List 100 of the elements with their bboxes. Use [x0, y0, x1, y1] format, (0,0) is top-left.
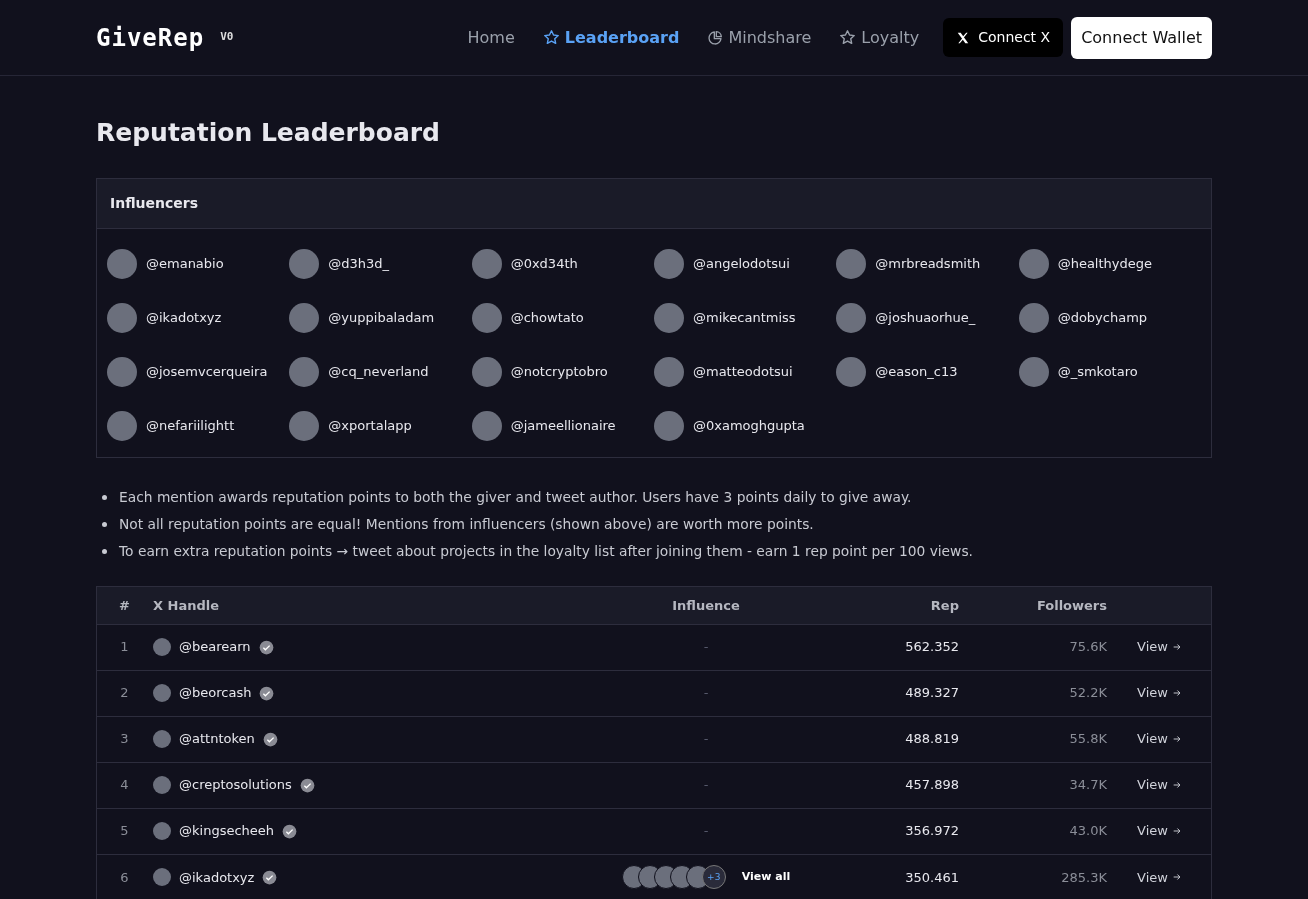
- influencer-handle[interactable]: @d3h3d_: [328, 254, 390, 274]
- column-header: Followers: [1036, 597, 1107, 613]
- avatar-placeholder: [836, 303, 867, 333]
- followers-count: 285.3K: [1061, 869, 1107, 885]
- arrow-right-icon: [1171, 688, 1182, 698]
- influencer-handle[interactable]: @ikadotxyz: [146, 308, 222, 328]
- view-link[interactable]: View: [1137, 821, 1182, 841]
- view-link[interactable]: View: [1137, 867, 1182, 887]
- nav-link[interactable]: Loyalty: [839, 25, 920, 50]
- empty-value: -: [703, 685, 709, 701]
- view-link[interactable]: View: [1137, 637, 1182, 657]
- view-link[interactable]: View: [1137, 683, 1182, 703]
- avatar-placeholder: [153, 730, 171, 748]
- influencer-handle[interactable]: @yuppibaladam: [328, 308, 435, 328]
- panel-heading: Influencers: [97, 179, 1211, 229]
- influencer-handle[interactable]: @notcryptobro: [510, 362, 608, 382]
- avatar-placeholder: [1018, 357, 1049, 387]
- rank-number: 5: [120, 823, 129, 839]
- user-handle[interactable]: @beorcash: [179, 683, 252, 703]
- connect-wallet-button[interactable]: Connect Wallet: [1071, 16, 1212, 59]
- avatar-placeholder: [654, 303, 684, 333]
- influencer-handle[interactable]: @josemvcerqueira: [146, 362, 268, 382]
- user-handle[interactable]: @ikadotxyz: [179, 867, 255, 887]
- avatar-placeholder: [1018, 249, 1049, 279]
- influencer-handle[interactable]: @mikecantmiss: [693, 308, 796, 328]
- influencer-handle[interactable]: @0xamoghgupta: [693, 416, 805, 436]
- influencer-handle[interactable]: @nefariilightt: [146, 416, 235, 436]
- avatar-placeholder: [153, 822, 171, 840]
- bullet-icon: [102, 521, 107, 527]
- empty-value: -: [703, 639, 709, 655]
- view-all-link[interactable]: View all: [741, 869, 791, 886]
- view-link[interactable]: View: [1137, 729, 1182, 749]
- logo[interactable]: GiveRep: [96, 19, 205, 56]
- star-icon: [542, 29, 560, 46]
- user-handle[interactable]: @kingsecheeh: [179, 821, 275, 841]
- arrow-right-icon: [1171, 872, 1182, 883]
- influencer-handle[interactable]: @angelodotsui: [693, 254, 790, 274]
- followers-count: 55.8K: [1069, 731, 1107, 747]
- user-handle[interactable]: @creptosolutions: [179, 775, 292, 795]
- version-label: V0: [220, 29, 234, 46]
- arrow-right-icon: [1171, 734, 1182, 744]
- influencer-handle[interactable]: @matteodotsui: [693, 362, 793, 382]
- avatar-placeholder: [107, 411, 137, 441]
- influencer-handle[interactable]: @healthydege: [1057, 254, 1152, 274]
- info-text: Not all reputation points are equal! Mentions from influencers (shown above) are worth more points.: [119, 515, 814, 534]
- avatar-placeholder: [836, 249, 867, 279]
- avatar-placeholder: [289, 249, 320, 279]
- avatar-placeholder: [471, 249, 502, 279]
- rep-value: 488.819: [905, 731, 959, 747]
- user-handle[interactable]: @attntoken: [179, 729, 255, 749]
- nav-link[interactable]: Leaderboard: [542, 25, 680, 50]
- avatar-placeholder: [1018, 303, 1049, 333]
- avatar-placeholder: [153, 776, 171, 794]
- view-link[interactable]: View: [1137, 775, 1182, 795]
- influencer-handle[interactable]: @cq_neverland: [328, 362, 429, 382]
- influencer-handle[interactable]: @jameellionaire: [510, 416, 616, 436]
- rank-number: 3: [120, 731, 129, 747]
- user-handle[interactable]: @bearearn: [179, 637, 251, 657]
- avatar-placeholder: [471, 303, 502, 333]
- x-logo-icon: [956, 30, 971, 45]
- influencer-handle[interactable]: @xportalapp: [328, 416, 412, 436]
- nav-link[interactable]: Mindshare: [707, 25, 812, 50]
- column-header: Influence: [672, 597, 740, 613]
- avatar-placeholder: [471, 411, 502, 441]
- page-title: Reputation Leaderboard: [96, 118, 442, 148]
- nav-link[interactable]: Home: [467, 25, 515, 50]
- influencer-handle[interactable]: @eason_c13: [875, 362, 958, 382]
- empty-value: -: [703, 731, 709, 747]
- bullet-icon: [102, 548, 107, 554]
- followers-count: 75.6K: [1069, 639, 1107, 655]
- influencer-handle[interactable]: @emanabio: [146, 254, 224, 274]
- followers-count: 52.2K: [1069, 685, 1107, 701]
- influencer-handle[interactable]: @mrbreadsmith: [875, 254, 981, 274]
- avatar-placeholder: [107, 357, 137, 387]
- influencer-handle[interactable]: @joshuaorhue_: [875, 308, 976, 328]
- avatar-placeholder: [153, 684, 171, 702]
- avatar-placeholder: [836, 357, 867, 387]
- arrow-right-icon: [1171, 642, 1182, 652]
- more-count: +3: [701, 865, 726, 890]
- influencer-handle[interactable]: @dobychamp: [1057, 308, 1148, 328]
- influencer-handle[interactable]: @chowtato: [510, 308, 584, 328]
- column-header: X Handle: [153, 597, 220, 613]
- influencer-handle[interactable]: @_smkotaro: [1057, 362, 1138, 382]
- avatar-placeholder: [153, 638, 171, 656]
- bullet-icon: [102, 494, 107, 500]
- avatar-placeholder: [654, 249, 684, 279]
- pie-chart-icon: [707, 29, 724, 46]
- rep-value: 356.972: [905, 823, 959, 839]
- info-text: Each mention awards reputation points to both the giver and tweet author. Users have 3 points daily to give away.: [119, 488, 912, 507]
- empty-value: -: [703, 823, 709, 839]
- avatar-placeholder: [153, 868, 171, 887]
- rep-value: 457.898: [905, 777, 959, 793]
- column-header: Rep: [930, 597, 959, 613]
- rank-number: 6: [120, 869, 129, 885]
- influencer-handle[interactable]: @0xd34th: [510, 254, 578, 274]
- avatar-placeholder: [107, 249, 137, 279]
- followers-count: 34.7K: [1069, 777, 1107, 793]
- connect-x-button[interactable]: Connect X: [943, 18, 1064, 57]
- followers-count: 43.0K: [1069, 823, 1107, 839]
- avatar-placeholder: [107, 303, 137, 333]
